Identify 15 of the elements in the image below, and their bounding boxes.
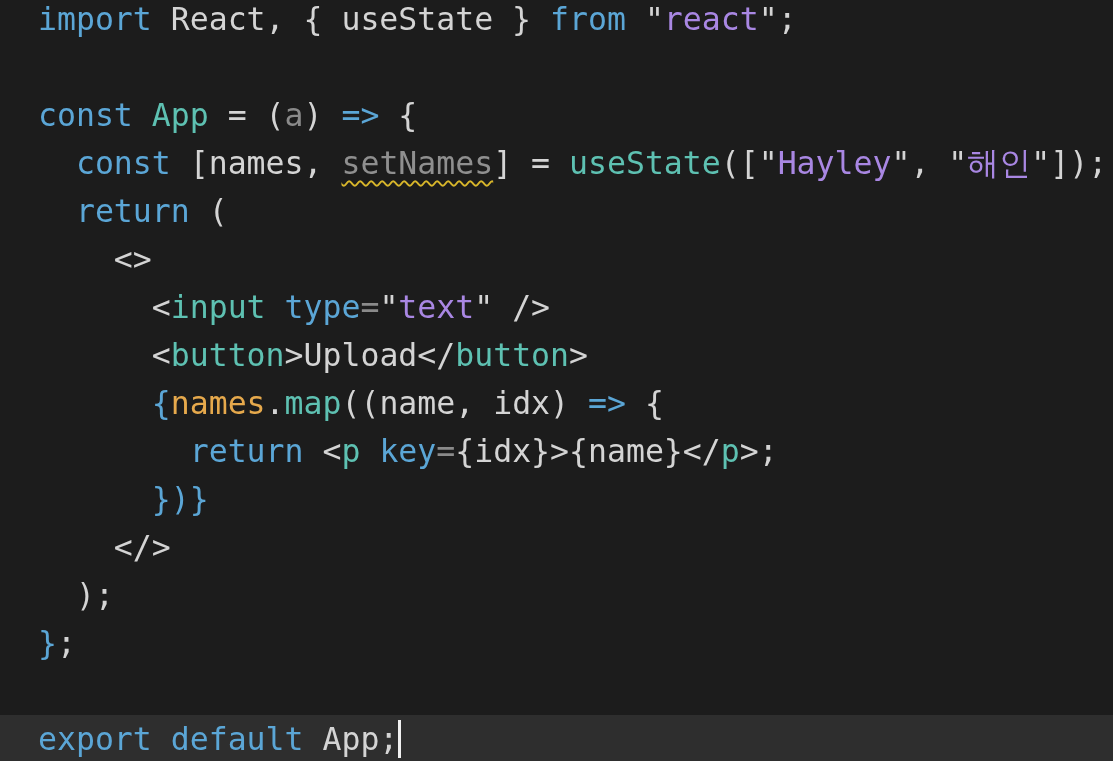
code-line: <input type="text" /> <box>150 288 551 327</box>
code-line: return ( <box>74 192 228 231</box>
text-cursor <box>398 720 402 758</box>
code-line: import React, { useState } from "react"; <box>38 0 797 39</box>
code-line: return <p key={idx}>{name}</p>; <box>188 432 778 471</box>
code-line: ); <box>74 576 114 615</box>
code-line: {names.map((name, idx) => { <box>150 384 664 423</box>
code-line: const App = (a) => { <box>38 96 418 135</box>
code-line: const [names, setNames] = useState(["Hayley", "해인"]); <box>74 144 1108 183</box>
code-line: })} <box>150 480 209 519</box>
code-line: export default App; <box>38 720 399 759</box>
code-line: </> <box>112 528 171 567</box>
code-line: }; <box>38 624 76 663</box>
code-line: <button>Upload</button> <box>150 336 588 375</box>
code-line: <> <box>112 240 152 279</box>
